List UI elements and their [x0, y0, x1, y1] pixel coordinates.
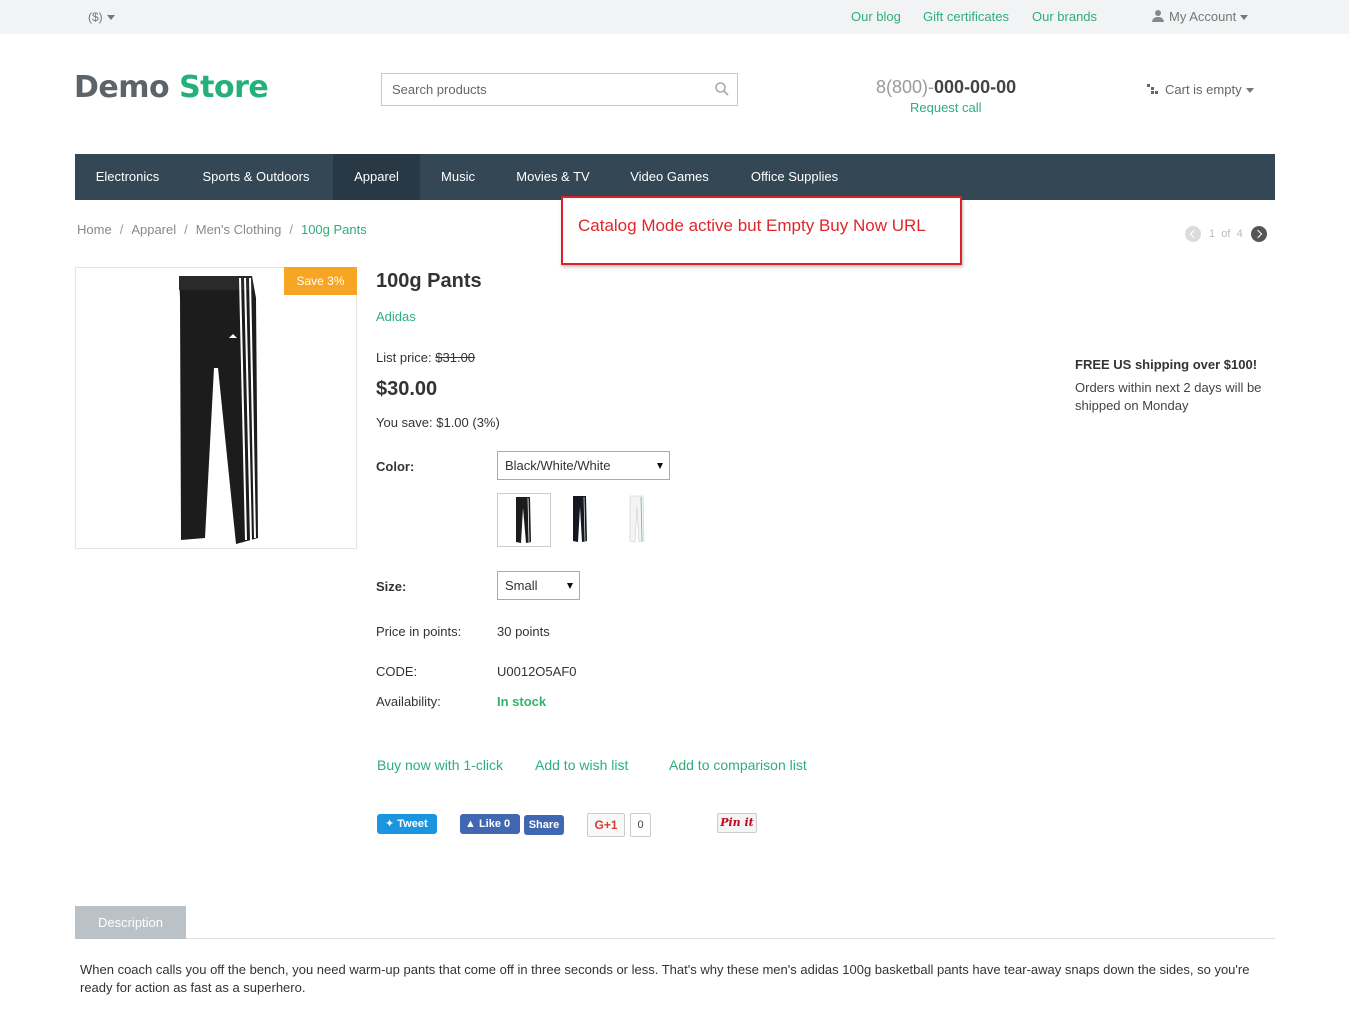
color-swatch-navy[interactable]	[553, 493, 607, 547]
prev-product-icon[interactable]	[1185, 226, 1201, 242]
pinterest-button[interactable]: Pin it	[717, 813, 757, 833]
add-to-wishlist-link[interactable]: Add to wish list	[535, 757, 628, 773]
shipping-text: Orders within next 2 days will be shippe…	[1075, 380, 1262, 413]
thumbs-up-icon: ▲	[465, 818, 476, 830]
nav-item-video-games[interactable]: Video Games	[610, 154, 729, 200]
availability-value: In stock	[497, 694, 547, 709]
facebook-like-button[interactable]: ▲ Like 0	[460, 814, 520, 834]
my-account-label: My Account	[1169, 9, 1237, 24]
nav-item-electronics[interactable]: Electronics	[75, 154, 180, 200]
color-swatch-black[interactable]	[497, 493, 551, 547]
chevron-down-icon	[1245, 88, 1254, 94]
list-price: List price: $31.00	[376, 350, 475, 365]
currency-label: ($)	[88, 10, 103, 24]
code-label: CODE:	[376, 664, 418, 679]
cart-dropdown[interactable]: Cart is empty	[1147, 82, 1254, 97]
cart-label: Cart is empty	[1165, 82, 1242, 97]
google-plus-button[interactable]: G+1	[587, 813, 625, 837]
our-brands-link[interactable]: Our brands	[1032, 9, 1097, 24]
product-price: $30.00	[376, 378, 438, 400]
phone-prefix: 8(800)-	[876, 77, 935, 97]
buy-now-one-click-link[interactable]: Buy now with 1-click	[377, 757, 503, 773]
tweet-button[interactable]: ✦ Tweet	[377, 814, 437, 834]
logo-store: Store	[179, 70, 269, 105]
pager-total: 4	[1236, 228, 1243, 240]
product-image[interactable]: Save 3%	[75, 267, 357, 549]
pager-current: 1	[1209, 228, 1216, 240]
currency-selector[interactable]: ($)	[88, 10, 115, 24]
breadcrumb-current: 100g Pants	[300, 222, 367, 237]
nav-item-office-supplies[interactable]: Office Supplies	[729, 154, 860, 200]
main-navigation: Electronics Sports & Outdoors Apparel Mu…	[75, 154, 1275, 200]
facebook-share-button[interactable]: Share	[524, 815, 564, 835]
code-value: U0012O5AF0	[497, 664, 577, 679]
search-icon[interactable]	[715, 82, 729, 96]
size-select-value: Small	[505, 578, 538, 593]
annotation-callout: Catalog Mode active but Empty Buy Now UR…	[561, 196, 962, 265]
product-brand-link[interactable]: Adidas	[376, 309, 416, 324]
product-description: When coach calls you off the bench, you …	[80, 962, 1250, 995]
tweet-label: Tweet	[397, 818, 428, 830]
dropdown-arrow-icon	[567, 583, 573, 589]
discount-badge: Save 3%	[284, 267, 357, 295]
search-input[interactable]	[382, 74, 702, 105]
add-to-comparison-link[interactable]: Add to comparison list	[669, 757, 807, 773]
pager-of: of	[1221, 228, 1231, 240]
color-label: Color:	[376, 459, 415, 474]
gift-certificates-link[interactable]: Gift certificates	[923, 9, 1009, 24]
list-price-label: List price:	[376, 350, 432, 365]
tabs-divider	[75, 938, 1275, 939]
dropdown-arrow-icon	[657, 463, 663, 469]
size-select[interactable]: Small	[497, 571, 580, 600]
availability-label: Availability:	[376, 694, 441, 709]
tab-description[interactable]: Description	[75, 906, 186, 939]
my-account-dropdown[interactable]: My Account	[1152, 9, 1249, 24]
you-save: You save: $1.00 (3%)	[376, 415, 500, 430]
breadcrumb-mens-clothing[interactable]: Men's Clothing	[196, 222, 282, 237]
color-select-value: Black/White/White	[505, 458, 611, 473]
nav-item-sports-outdoors[interactable]: Sports & Outdoors	[180, 154, 332, 200]
like-label: Like 0	[478, 818, 511, 830]
request-call-link[interactable]: Request call	[910, 100, 982, 115]
color-swatch-white[interactable]	[610, 493, 664, 547]
product-pager: 1 of 4	[1185, 226, 1267, 242]
product-title: 100g Pants	[376, 270, 482, 292]
list-price-value: $31.00	[435, 350, 476, 365]
chevron-down-icon	[1240, 15, 1249, 21]
shipping-title: FREE US shipping over $100!	[1075, 357, 1258, 372]
chevron-down-icon	[106, 15, 115, 21]
our-blog-link[interactable]: Our blog	[851, 9, 901, 24]
next-product-icon[interactable]	[1250, 226, 1267, 242]
size-label: Size:	[376, 579, 407, 594]
color-select[interactable]: Black/White/White	[497, 451, 670, 480]
pants-image	[179, 276, 258, 544]
points-label: Price in points:	[376, 624, 462, 639]
phone-digits: 000-00-00	[934, 77, 1017, 97]
points-value: 30 points	[497, 624, 550, 639]
nav-item-music[interactable]: Music	[420, 154, 496, 200]
google-plus-count: 0	[630, 813, 651, 837]
breadcrumb-apparel[interactable]: Apparel	[131, 222, 176, 237]
breadcrumb: Home / Apparel / Men's Clothing/100g Pants	[77, 222, 367, 237]
top-bar: ($) Our blog Gift certificates Our brand…	[0, 0, 1349, 34]
breadcrumb-home[interactable]: Home	[77, 222, 112, 237]
cart-icon	[1147, 84, 1159, 94]
annotation-text: Catalog Mode active but Empty Buy Now UR…	[578, 216, 926, 235]
phone-number: 8(800)-000-00-00	[876, 77, 1016, 98]
nav-item-movies-tv[interactable]: Movies & TV	[496, 154, 610, 200]
store-logo[interactable]: Demo Store	[74, 70, 269, 105]
search-box	[381, 73, 738, 106]
twitter-icon: ✦	[385, 818, 395, 830]
nav-item-apparel[interactable]: Apparel	[333, 154, 420, 200]
logo-demo: Demo	[74, 70, 170, 105]
user-icon	[1152, 10, 1164, 22]
